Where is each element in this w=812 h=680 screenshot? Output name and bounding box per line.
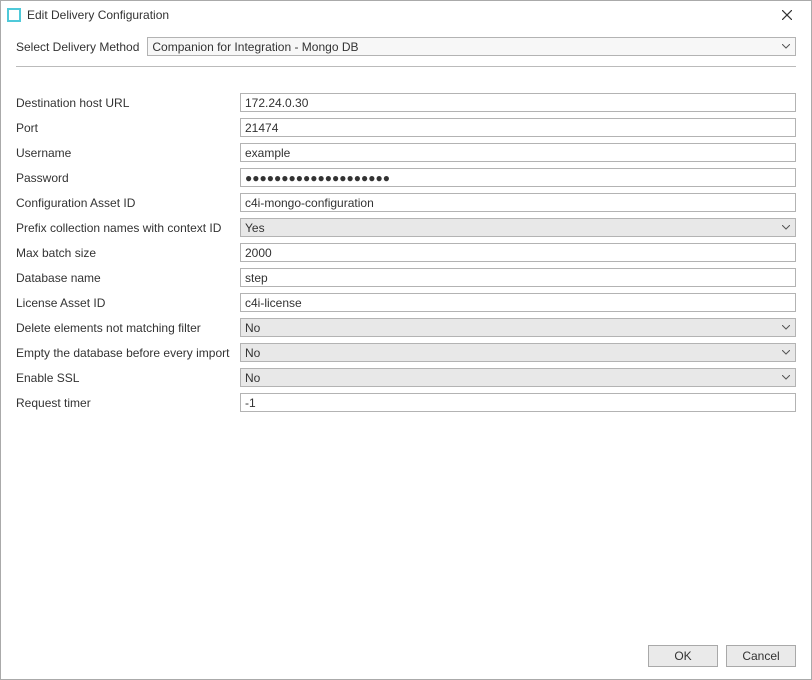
database-name-label: Database name xyxy=(16,271,236,285)
ok-button[interactable]: OK xyxy=(648,645,718,667)
chevron-down-icon xyxy=(780,372,792,384)
dest-host-url-input[interactable] xyxy=(240,93,796,112)
form-grid: Destination host URL Port Username Passw… xyxy=(16,93,796,412)
dest-host-url-label: Destination host URL xyxy=(16,96,236,110)
username-input[interactable] xyxy=(240,143,796,162)
titlebar-left: Edit Delivery Configuration xyxy=(7,8,169,22)
window-title: Edit Delivery Configuration xyxy=(27,8,169,22)
enable-ssl-select[interactable]: No xyxy=(240,368,796,387)
enable-ssl-value: No xyxy=(245,371,260,385)
chevron-down-icon xyxy=(780,41,792,53)
port-label: Port xyxy=(16,121,236,135)
password-label: Password xyxy=(16,171,236,185)
prefix-collection-select[interactable]: Yes xyxy=(240,218,796,237)
prefix-collection-label: Prefix collection names with context ID xyxy=(16,221,236,235)
footer: OK Cancel xyxy=(1,635,811,679)
close-icon xyxy=(782,10,792,20)
request-timer-label: Request timer xyxy=(16,396,236,410)
delete-not-matching-select[interactable]: No xyxy=(240,318,796,337)
content-area: Select Delivery Method Companion for Int… xyxy=(1,29,811,635)
document-icon xyxy=(7,8,21,22)
license-asset-id-label: License Asset ID xyxy=(16,296,236,310)
enable-ssl-label: Enable SSL xyxy=(16,371,236,385)
config-asset-id-input[interactable] xyxy=(240,193,796,212)
prefix-collection-value: Yes xyxy=(245,221,265,235)
empty-before-import-label: Empty the database before every import xyxy=(16,346,236,360)
database-name-input[interactable] xyxy=(240,268,796,287)
empty-before-import-value: No xyxy=(245,346,260,360)
max-batch-size-input[interactable] xyxy=(240,243,796,262)
empty-before-import-select[interactable]: No xyxy=(240,343,796,362)
delivery-method-label: Select Delivery Method xyxy=(16,40,139,54)
license-asset-id-input[interactable] xyxy=(240,293,796,312)
delivery-method-value: Companion for Integration - Mongo DB xyxy=(152,40,358,54)
chevron-down-icon xyxy=(780,347,792,359)
delete-not-matching-label: Delete elements not matching filter xyxy=(16,321,236,335)
port-input[interactable] xyxy=(240,118,796,137)
request-timer-input[interactable] xyxy=(240,393,796,412)
delivery-method-select[interactable]: Companion for Integration - Mongo DB xyxy=(147,37,796,56)
cancel-button[interactable]: Cancel xyxy=(726,645,796,667)
username-label: Username xyxy=(16,146,236,160)
config-asset-id-label: Configuration Asset ID xyxy=(16,196,236,210)
delete-not-matching-value: No xyxy=(245,321,260,335)
delivery-method-row: Select Delivery Method Companion for Int… xyxy=(16,37,796,67)
password-input[interactable] xyxy=(240,168,796,187)
close-button[interactable] xyxy=(771,4,803,26)
titlebar: Edit Delivery Configuration xyxy=(1,1,811,29)
chevron-down-icon xyxy=(780,222,792,234)
max-batch-size-label: Max batch size xyxy=(16,246,236,260)
chevron-down-icon xyxy=(780,322,792,334)
